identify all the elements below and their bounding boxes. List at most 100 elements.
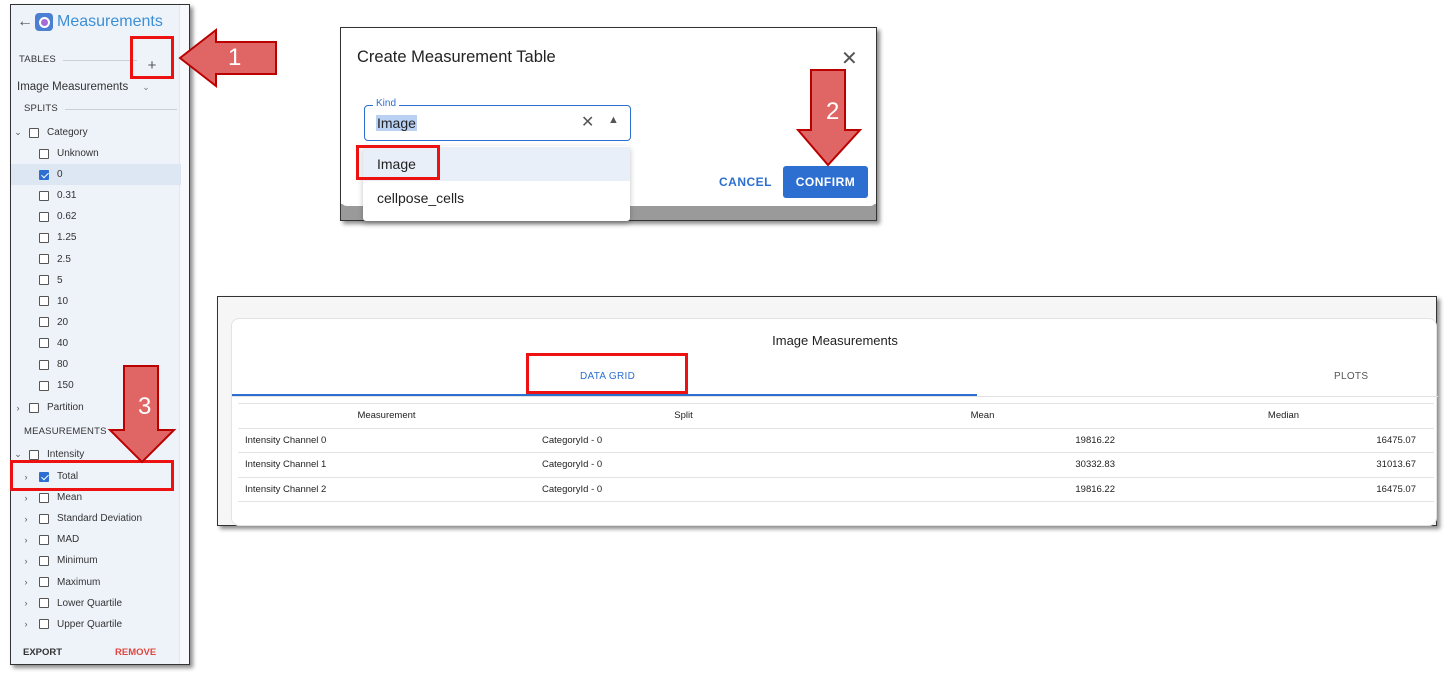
measurement-grid: Measurement Split Mean Median Intensity … (238, 403, 1434, 502)
chevron-right-icon[interactable]: › (21, 619, 31, 629)
category-item-checkbox[interactable] (39, 232, 49, 243)
cell-measurement: Intensity Channel 1 (238, 452, 535, 478)
category-item-label: 1.25 (57, 232, 77, 244)
category-item[interactable]: 0.62 (11, 206, 181, 227)
cell-split: CategoryId - 0 (535, 428, 832, 453)
arrow-left-icon[interactable]: ← (17, 13, 33, 31)
table-row[interactable]: Intensity Channel 1 CategoryId - 0 30332… (238, 452, 1434, 478)
cell-mean: 19816.22 (832, 477, 1133, 502)
category-checkbox[interactable] (29, 127, 39, 138)
intensity-item-checkbox[interactable] (39, 577, 49, 587)
table-row[interactable]: Intensity Channel 2 CategoryId - 0 19816… (238, 477, 1434, 502)
intensity-item[interactable]: › Standard Deviation (11, 508, 181, 529)
category-item-label: 0.62 (57, 211, 77, 223)
column-header-mean[interactable]: Mean (832, 403, 1133, 429)
category-item-label: 0.31 (57, 190, 77, 202)
chevron-right-icon[interactable]: › (21, 556, 31, 566)
table-row[interactable]: Intensity Channel 0 CategoryId - 0 19816… (238, 428, 1434, 453)
chevron-right-icon[interactable]: › (21, 577, 31, 587)
category-item-checkbox[interactable] (39, 169, 49, 180)
intensity-label: Intensity (47, 449, 85, 460)
category-item-checkbox[interactable] (39, 190, 49, 201)
chevron-right-icon[interactable]: › (21, 535, 31, 545)
tab-plots[interactable]: PLOTS (1334, 371, 1368, 382)
category-item-checkbox[interactable] (39, 148, 49, 159)
category-item-label: 150 (57, 380, 74, 392)
chevron-right-icon[interactable]: › (13, 403, 23, 413)
intensity-item[interactable]: › MAD (11, 529, 181, 550)
chevron-right-icon[interactable]: › (21, 514, 31, 524)
column-header-split[interactable]: Split (535, 403, 832, 429)
intensity-item-label: Upper Quartile (57, 618, 123, 630)
intensity-item-checkbox[interactable] (39, 492, 49, 503)
partition-checkbox[interactable] (29, 402, 39, 413)
data-grid-tab-highlight-box (526, 353, 688, 394)
column-header-measurement[interactable]: Measurement (238, 403, 535, 429)
intensity-item-checkbox[interactable] (39, 598, 49, 609)
category-item-checkbox[interactable] (39, 211, 49, 222)
cell-mean: 30332.83 (832, 452, 1133, 478)
category-item-label: 0 (57, 169, 63, 181)
chevron-down-icon[interactable]: ⌄ (13, 127, 23, 138)
category-item[interactable]: 20 (11, 312, 181, 333)
intensity-item-checkbox[interactable] (39, 619, 49, 630)
table-title: Image Measurements (772, 333, 898, 348)
intensity-item-label: Maximum (57, 576, 101, 588)
category-item-checkbox[interactable] (39, 359, 49, 370)
category-item[interactable]: 40 (11, 333, 181, 354)
step3-highlight-box (10, 460, 174, 491)
confirm-button[interactable]: CONFIRM (783, 166, 868, 198)
intensity-item-checkbox[interactable] (39, 513, 49, 524)
dialog-title: Create Measurement Table (357, 48, 556, 66)
column-header-median[interactable]: Median (1133, 403, 1434, 429)
caret-up-icon[interactable]: ▲ (608, 114, 619, 126)
kind-select-field[interactable]: Kind Image ✕ ▲ (364, 98, 631, 141)
dropdown-option-cellpose-cells[interactable]: cellpose_cells (363, 181, 630, 215)
intensity-item-label: Minimum (57, 555, 98, 567)
category-item-label: Unknown (57, 148, 99, 159)
remove-button[interactable]: REMOVE (115, 647, 156, 658)
intensity-item[interactable]: › Upper Quartile (11, 614, 181, 635)
intensity-item[interactable]: › Maximum (11, 572, 181, 593)
category-item-checkbox[interactable] (39, 275, 49, 286)
cancel-button[interactable]: CANCEL (719, 175, 772, 189)
chevron-down-icon: ⌄ (142, 81, 150, 92)
category-item-checkbox[interactable] (39, 380, 49, 391)
category-item[interactable]: 0.31 (11, 185, 181, 206)
table-select-value: Image Measurements (17, 81, 129, 93)
intensity-item-label: Lower Quartile (57, 597, 123, 609)
intensity-checkbox[interactable] (29, 449, 39, 460)
category-item[interactable]: 2.5 (11, 249, 181, 270)
kind-select-value[interactable]: Image (376, 115, 417, 131)
intensity-item-label: Standard Deviation (57, 513, 143, 525)
category-tree-item[interactable]: ⌄ Category (11, 122, 181, 143)
table-select[interactable]: Image Measurements ⌄ (17, 81, 150, 93)
export-button[interactable]: EXPORT (23, 647, 62, 658)
intensity-item[interactable]: › Minimum (11, 550, 181, 571)
cell-split: CategoryId - 0 (535, 477, 832, 502)
category-item[interactable]: Unknown (11, 143, 181, 164)
chevron-right-icon[interactable]: › (21, 493, 31, 503)
intensity-item-checkbox[interactable] (39, 555, 49, 566)
category-item-checkbox[interactable] (39, 338, 49, 349)
intensity-item-label: MAD (57, 534, 80, 546)
chevron-right-icon[interactable]: › (21, 598, 31, 608)
chevron-down-icon[interactable]: ⌄ (13, 449, 23, 460)
category-item-label: 2.5 (57, 253, 71, 265)
category-item[interactable]: 1.25 (11, 227, 181, 248)
intensity-item-checkbox[interactable] (39, 534, 49, 545)
category-item-checkbox[interactable] (39, 296, 49, 307)
measurements-label: MEASUREMENTS (24, 426, 107, 437)
category-item[interactable]: 5 (11, 270, 181, 291)
tables-label: TABLES (19, 54, 56, 65)
clear-icon[interactable]: ✕ (581, 112, 594, 132)
category-item[interactable]: 0 (11, 164, 181, 186)
category-item-checkbox[interactable] (39, 254, 49, 264)
intensity-item[interactable]: › Lower Quartile (11, 593, 181, 614)
category-item-label: 80 (57, 359, 69, 370)
step3-number: 3 (138, 393, 152, 420)
category-item[interactable]: 10 (11, 291, 181, 312)
category-item-checkbox[interactable] (39, 317, 49, 328)
tabs-border (232, 396, 1438, 397)
step2-option-highlight-box (356, 145, 440, 180)
